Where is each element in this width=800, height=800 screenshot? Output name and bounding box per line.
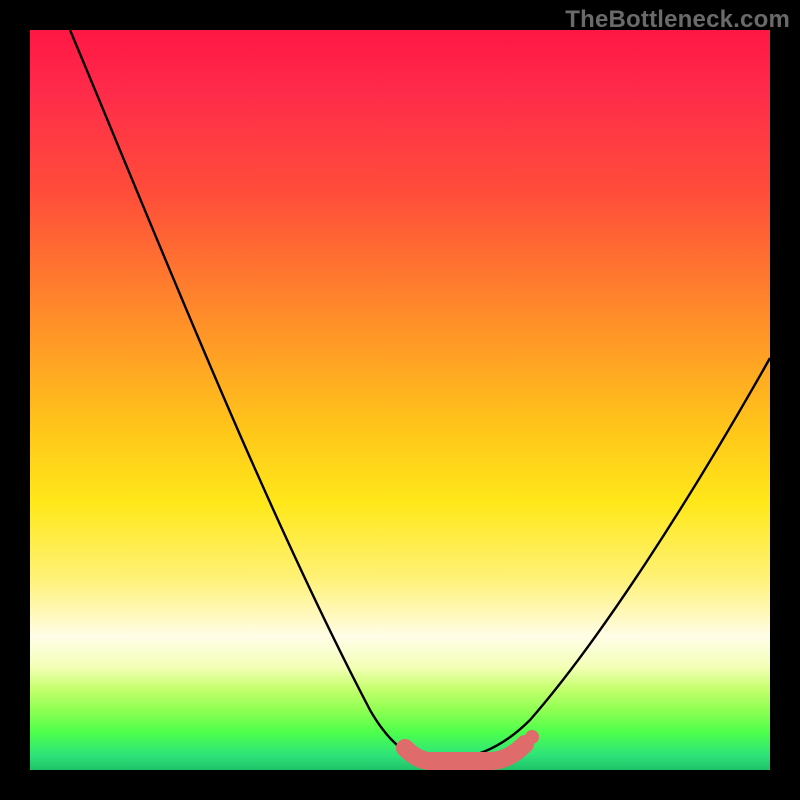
chart-frame: TheBottleneck.com [0,0,800,800]
watermark-text: TheBottleneck.com [565,6,790,34]
plot-area [30,30,770,770]
curve-left-branch [70,30,430,761]
bottleneck-curve [30,30,770,770]
valley-end-dot [525,730,539,744]
curve-right-branch [430,358,770,761]
valley-marker [405,744,525,761]
